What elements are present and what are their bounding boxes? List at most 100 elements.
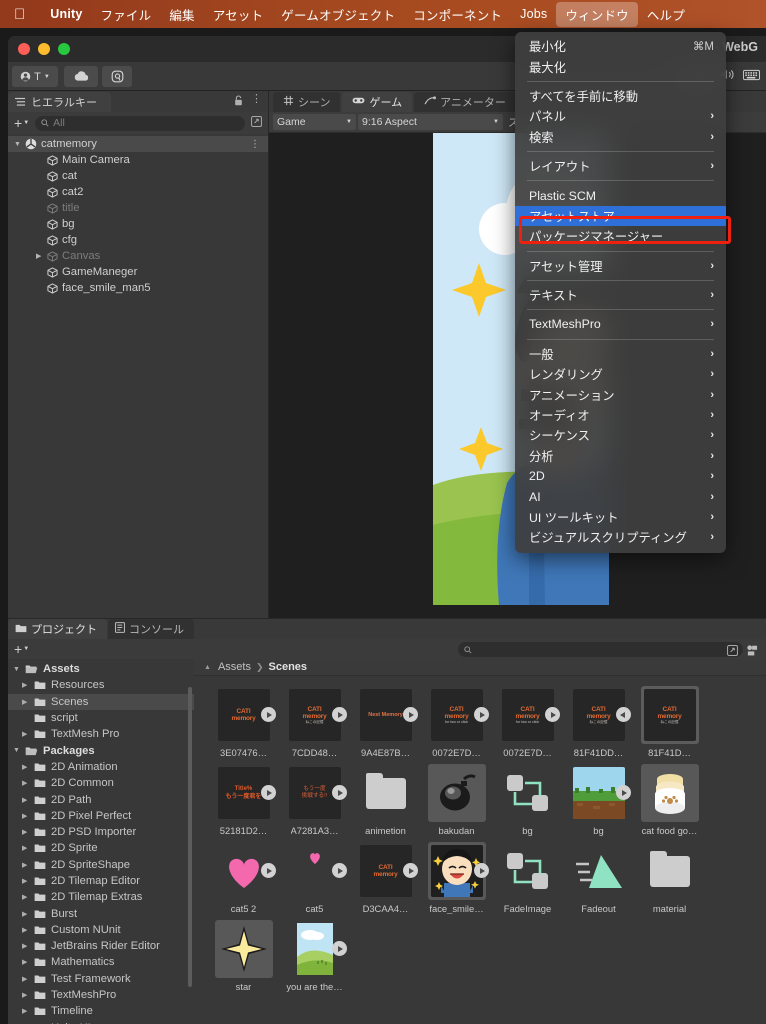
breadcrumb-root[interactable]: Assets: [218, 661, 251, 673]
asset-item[interactable]: material: [634, 842, 705, 914]
menu-item-24[interactable]: 分析 ›: [515, 446, 726, 466]
plastic-scm-button[interactable]: [102, 66, 132, 87]
project-tree-item-mathematics[interactable]: ▶ Mathematics: [8, 954, 194, 970]
triangle-right-icon[interactable]: ▶: [22, 926, 34, 934]
hierarchy-item-catmemory[interactable]: ▼ catmemory ⋮: [8, 136, 268, 152]
project-tree-item-2d-spriteshape[interactable]: ▶ 2D SpriteShape: [8, 857, 194, 873]
hierarchy-item-cfg[interactable]: ▶cfg: [8, 232, 268, 248]
chevron-down-icon[interactable]: ▼: [23, 646, 29, 652]
asset-thumbnail[interactable]: CATl memory ねこの記憶: [570, 686, 631, 744]
asset-thumbnail[interactable]: Title% もう一度君を: [215, 764, 276, 822]
project-tree-scrollbar[interactable]: [188, 687, 192, 987]
project-tree-item-2d-common[interactable]: ▶ 2D Common: [8, 775, 194, 791]
asset-item[interactable]: CATl memory 3E07476…: [208, 686, 279, 758]
tab-animator[interactable]: アニメーター: [414, 92, 516, 112]
hierarchy-item-canvas[interactable]: ▶ Canvas: [8, 248, 268, 264]
menubar-item-8[interactable]: ヘルプ: [638, 2, 694, 27]
menubar-item-3[interactable]: アセット: [204, 2, 273, 27]
hierarchy-tree[interactable]: ▼catmemory⋮▶Main Camera▶cat▶cat2▶title▶b…: [8, 134, 268, 618]
asset-preview-play-icon[interactable]: [544, 707, 560, 722]
asset-thumbnail[interactable]: CATl memory: [357, 842, 418, 900]
project-tree-item-2d-tilemap-extras[interactable]: ▶ 2D Tilemap Extras: [8, 889, 194, 905]
asset-item[interactable]: Title% もう一度君を 52181D2…: [208, 764, 279, 836]
asset-preview-play-icon[interactable]: [402, 863, 418, 878]
project-tree-item-2d-path[interactable]: ▶ 2D Path: [8, 791, 194, 807]
chevron-down-icon[interactable]: ▼: [23, 120, 29, 126]
hierarchy-item-gamemaneger[interactable]: ▶GameManeger: [8, 264, 268, 280]
menu-item-5[interactable]: 検索 ›: [515, 127, 726, 147]
project-tree-item-2d-animation[interactable]: ▶ 2D Animation: [8, 759, 194, 775]
window-menu-dropdown[interactable]: 最小化 ⌘M 最大化 すべてを手前に移動 パネル › 検索 › レイアウト › Plastic SC…: [515, 32, 726, 553]
asset-thumbnail[interactable]: [570, 842, 628, 900]
asset-preview-play-icon[interactable]: [260, 863, 276, 878]
asset-thumbnail[interactable]: [357, 764, 415, 822]
hierarchy-item-cat[interactable]: ▶cat: [8, 168, 268, 184]
asset-thumbnail[interactable]: CATl memory for two or click: [428, 686, 489, 744]
project-tree-item-resources[interactable]: ▶ Resources: [8, 677, 194, 693]
triangle-right-icon[interactable]: ▶: [22, 991, 34, 999]
lock-icon[interactable]: [234, 95, 243, 106]
triangle-right-icon[interactable]: ▶: [22, 910, 34, 918]
asset-item[interactable]: Fadeout: [563, 842, 634, 914]
asset-item[interactable]: bg: [563, 764, 634, 836]
menu-item-17[interactable]: TextMeshPro ›: [515, 314, 726, 334]
asset-item[interactable]: FadeImage: [492, 842, 563, 914]
menu-item-26[interactable]: AI ›: [515, 486, 726, 506]
triangle-right-icon[interactable]: ▶: [22, 844, 34, 852]
menu-item-22[interactable]: オーディオ ›: [515, 405, 726, 425]
triangle-down-icon[interactable]: ▼: [13, 666, 25, 673]
asset-item[interactable]: cat5: [279, 842, 350, 914]
asset-item[interactable]: bg: [492, 764, 563, 836]
menu-item-11[interactable]: パッケージマネージャー: [515, 226, 726, 246]
asset-thumbnail[interactable]: [641, 842, 699, 900]
chevron-down-icon[interactable]: ▼: [44, 74, 50, 80]
add-gameobject-button[interactable]: + ▼: [14, 115, 29, 131]
asset-preview-play-icon[interactable]: [331, 941, 347, 956]
menu-item-4[interactable]: パネル ›: [515, 106, 726, 126]
menubar-item-5[interactable]: コンポーネント: [404, 2, 511, 27]
triangle-right-icon[interactable]: ▶: [22, 975, 34, 983]
project-tree-item-2d-tilemap-editor[interactable]: ▶ 2D Tilemap Editor: [8, 873, 194, 889]
project-folder-tree[interactable]: ▼Assets▶Resources▶Scenes▶script▶TextMesh…: [8, 659, 194, 1024]
project-search-input[interactable]: [458, 642, 743, 657]
triangle-right-icon[interactable]: ▶: [22, 812, 34, 820]
project-panel-tabbar[interactable]: プロジェクト コンソール: [8, 619, 766, 639]
close-button[interactable]: [18, 43, 30, 55]
asset-thumbnail[interactable]: もう一度 挑戦する!!: [286, 764, 347, 822]
keyboard-icon[interactable]: [743, 69, 760, 81]
triangle-right-icon[interactable]: ▶: [22, 958, 34, 966]
asset-item[interactable]: you are the…: [279, 920, 350, 992]
project-tree-item-packages[interactable]: ▼ Packages: [8, 742, 194, 758]
triangle-right-icon[interactable]: ▶: [22, 1007, 34, 1015]
project-tree-item-unity-ui[interactable]: ▶Unity UI: [8, 1020, 194, 1024]
menu-item-19[interactable]: 一般 ›: [515, 344, 726, 364]
cloud-button[interactable]: [64, 66, 98, 87]
menubar-item-6[interactable]: Jobs: [511, 4, 556, 24]
project-tree-item-textmeshpro[interactable]: ▶ TextMeshPro: [8, 987, 194, 1003]
window-controls[interactable]: [18, 43, 70, 55]
menubar-item-0[interactable]: Unity: [41, 4, 91, 24]
project-tree-item-2d-sprite[interactable]: ▶ 2D Sprite: [8, 840, 194, 856]
project-tree-item-2d-psd-importer[interactable]: ▶ 2D PSD Importer: [8, 824, 194, 840]
asset-item[interactable]: CATl memory for two or click 0072E7D…: [421, 686, 492, 758]
asset-thumbnail[interactable]: CATl memory ねこの記憶: [286, 686, 347, 744]
breadcrumb-current[interactable]: Scenes: [269, 661, 308, 673]
menubar-item-2[interactable]: 編集: [160, 2, 203, 27]
aspect-dropdown[interactable]: 9:16 Aspect ▼: [358, 114, 503, 130]
asset-thumbnail[interactable]: [286, 920, 347, 978]
hierarchy-item-bg[interactable]: ▶bg: [8, 216, 268, 232]
triangle-right-icon[interactable]: ▶: [22, 942, 34, 950]
triangle-right-icon[interactable]: ▶: [22, 877, 34, 885]
hierarchy-item-main-camera[interactable]: ▶Main Camera: [8, 152, 268, 168]
tab-game[interactable]: ゲーム: [342, 92, 413, 112]
triangle-right-icon[interactable]: ▶: [22, 828, 34, 836]
asset-item[interactable]: animetion: [350, 764, 421, 836]
apple-logo-icon[interactable]: : [14, 7, 25, 22]
display-dropdown[interactable]: Game ▼: [273, 114, 356, 130]
menu-item-25[interactable]: 2D ›: [515, 466, 726, 486]
asset-thumbnail[interactable]: [214, 920, 273, 978]
asset-thumbnail[interactable]: CATl memory for two or click: [499, 686, 560, 744]
create-asset-button[interactable]: + ▼: [14, 641, 29, 657]
project-tree-item-custom-nunit[interactable]: ▶ Custom NUnit: [8, 922, 194, 938]
menu-item-9[interactable]: Plastic SCM: [515, 185, 726, 205]
